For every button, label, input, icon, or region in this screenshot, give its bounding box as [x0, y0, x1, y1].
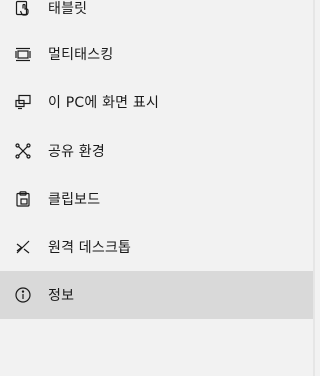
settings-nav-pane: 태블릿 멀티태스킹 이 PC에 화면 표시 공유 환경 클립보드 원격 데스크톱…	[0, 0, 315, 376]
nav-item-clipboard[interactable]: 클립보드	[0, 175, 315, 223]
clipboard-icon	[14, 190, 32, 208]
nav-item-shared-experiences[interactable]: 공유 환경	[0, 127, 315, 175]
info-icon	[14, 286, 32, 304]
nav-item-project-to-pc[interactable]: 이 PC에 화면 표시	[0, 78, 315, 126]
nav-item-remote-desktop[interactable]: 원격 데스크톱	[0, 223, 315, 271]
nav-item-multitasking[interactable]: 멀티태스킹	[0, 30, 315, 78]
shared-experiences-icon	[14, 142, 32, 160]
pane-divider	[313, 0, 315, 376]
project-to-pc-icon	[14, 93, 32, 111]
nav-item-label: 정보	[48, 288, 75, 304]
multitasking-icon	[14, 45, 32, 63]
nav-item-label: 공유 환경	[48, 144, 105, 160]
tablet-icon	[14, 0, 32, 17]
nav-item-label: 태블릿	[48, 1, 88, 17]
nav-item-label: 멀티태스킹	[48, 47, 114, 63]
nav-item-label: 클립보드	[48, 192, 101, 208]
nav-item-tablet[interactable]: 태블릿	[0, 0, 315, 32]
remote-desktop-icon	[14, 238, 32, 256]
nav-item-label: 이 PC에 화면 표시	[48, 95, 160, 111]
nav-item-label: 원격 데스크톱	[48, 240, 132, 256]
nav-item-about[interactable]: 정보	[0, 271, 315, 319]
